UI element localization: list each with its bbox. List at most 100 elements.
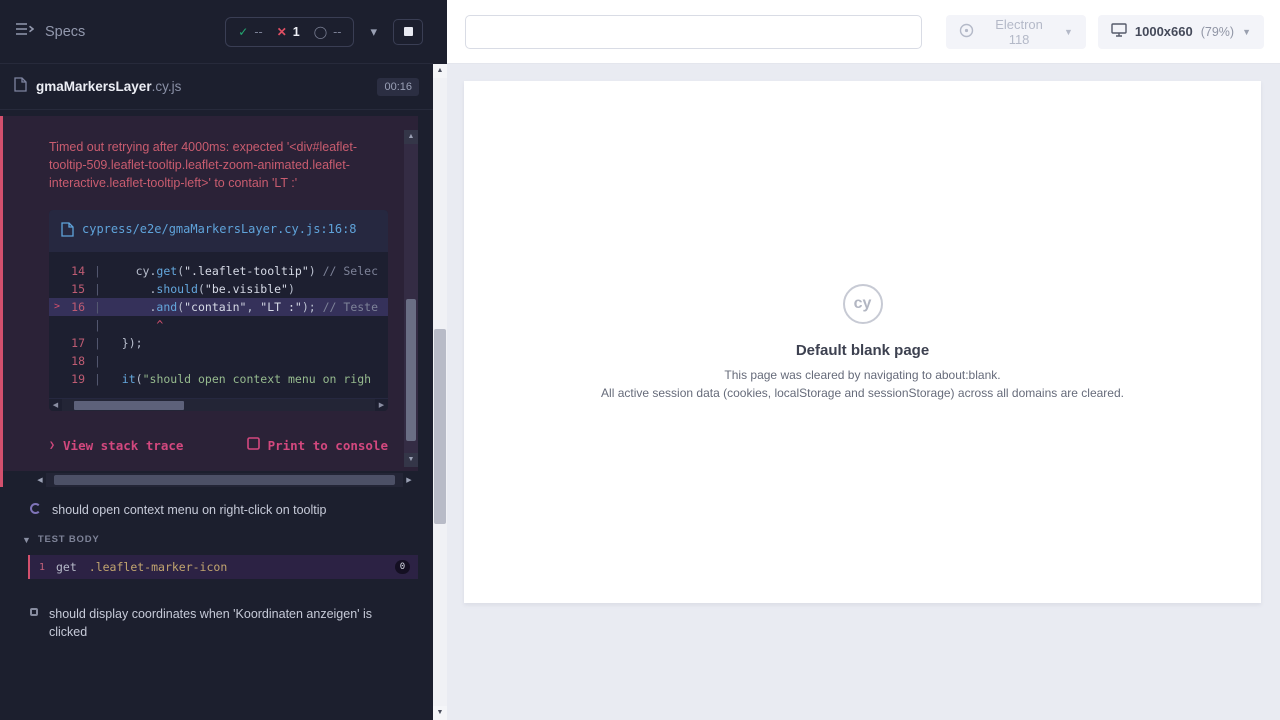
blank-page-line2: All active session data (cookies, localS… [601,386,1124,400]
print-console-icon [247,437,260,453]
spec-duration-badge: 00:16 [377,78,419,96]
code-line: 15| .should("be.visible") [49,280,388,298]
scrollbar-thumb[interactable] [434,329,446,524]
viewport-button[interactable]: 1000x660 (79%) ▼ [1098,15,1264,49]
spec-row[interactable]: gmaMarkersLayer.cy.js 00:16 [0,64,433,110]
chevron-down-icon: ▼ [1064,27,1073,37]
scroll-down-icon[interactable]: ▼ [404,453,418,467]
scrollbar-header-cap [433,0,447,64]
scrollbar-thumb[interactable] [406,299,416,441]
test-row-running[interactable]: should open context menu on right-click … [0,487,433,529]
command-number: 1 [39,562,56,573]
chevron-down-icon: ▼ [1242,27,1251,37]
reporter-body: Timed out retrying after 4000ms: expecte… [0,110,433,720]
runner-header: Electron 118 ▼ 1000x660 (79%) ▼ [447,0,1280,64]
test-row-queued[interactable]: should display coordinates when 'Koordin… [0,591,433,651]
scrollbar-track[interactable] [46,473,403,487]
code-frame-filename: cypress/e2e/gmaMarkersLayer.cy.js:16:8 [82,220,357,239]
code-line: 17| }); [49,334,388,352]
scroll-right-icon[interactable]: ▶ [403,476,415,484]
print-console-label: Print to console [268,438,388,453]
reporter-vertical-scrollbar: ▲ ▼ [433,0,447,720]
code-frame-file-link[interactable]: cypress/e2e/gmaMarkersLayer.cy.js:16:8 [49,210,388,252]
scroll-left-icon[interactable]: ◀ [34,476,46,484]
blank-page-line1: This page was cleared by navigating to a… [601,368,1124,382]
scrollbar-track[interactable] [404,144,418,453]
scroll-up-icon[interactable]: ▲ [404,130,418,144]
specs-nav[interactable]: Specs [16,22,85,41]
code-line: >16| .and("contain", "LT :"); // Teste [49,298,388,316]
queued-icon [30,608,38,616]
aut-frame: cy Default blank page This page was clea… [464,81,1261,603]
test-title: should open context menu on right-click … [52,501,326,519]
test-title: should display coordinates when 'Koordin… [49,605,393,641]
code-horizontal-scrollbar: ◀ ▶ [49,398,388,411]
cypress-logo: cy [843,284,883,324]
stat-failed: ✕ 1 [277,25,300,39]
stack-trace-label: View stack trace [63,438,183,453]
command-badge: 0 [395,560,410,574]
stop-button[interactable] [393,19,423,45]
spec-name: gmaMarkersLayer.cy.js [36,79,181,94]
scrollbar-track[interactable] [62,399,375,412]
scroll-up-icon[interactable]: ▲ [433,64,447,78]
stop-icon [404,27,413,36]
code-line: | ^ [49,316,388,334]
specs-label: Specs [45,24,85,40]
scroll-right-icon[interactable]: ▶ [375,399,388,412]
test-body-label: TEST BODY [38,534,100,545]
chevron-right-icon: ❯ [49,440,55,451]
check-icon: ✓ [238,25,248,39]
test-error-panel: Timed out retrying after 4000ms: expecte… [3,116,418,471]
error-vertical-scrollbar: ▲ ▼ [404,130,418,467]
code-frame: cypress/e2e/gmaMarkersLayer.cy.js:16:8 1… [49,210,388,411]
code-line: 19| it("should open context menu on righ [49,370,388,388]
failed-count: 1 [293,25,300,39]
reporter-header: Specs ✓ -- ✕ 1 ◯ -- [0,0,433,64]
test-body-toggle[interactable]: ▼ TEST BODY [0,529,433,553]
command-log-row[interactable]: 1 get .leaflet-marker-icon 0 [28,555,418,579]
spec-file-icon [14,77,27,97]
pending-icon: ◯ [314,25,327,39]
url-input[interactable] [465,15,922,49]
failed-test-block: Timed out retrying after 4000ms: expecte… [0,116,433,487]
spinner-icon [30,503,41,514]
blank-page-title: Default blank page [601,342,1124,359]
reporter-horizontal-scrollbar: ◀ ▶ [34,473,415,487]
blank-page-content: cy Default blank page This page was clea… [601,284,1124,400]
collapse-runs-button[interactable]: ▾ [364,22,383,42]
stat-passed: ✓ -- [238,25,262,39]
code-line: 18| [49,352,388,370]
scrollbar-thumb[interactable] [74,401,184,410]
pending-count: -- [333,25,341,39]
scroll-down-icon[interactable]: ▼ [433,706,447,720]
print-to-console-link[interactable]: Print to console [247,437,388,453]
scroll-left-icon[interactable]: ◀ [49,399,62,412]
specs-menu-icon [16,22,34,41]
command-name: get [56,560,77,574]
scrollbar-track[interactable] [433,78,447,706]
viewport-icon [1111,23,1127,40]
scrollbar-thumb[interactable] [54,475,395,485]
chevron-down-icon: ▾ [370,24,377,39]
command-message: .leaflet-marker-icon [89,560,395,574]
header-controls: ✓ -- ✕ 1 ◯ -- ▾ [225,17,423,47]
runner-panel: Electron 118 ▼ 1000x660 (79%) ▼ cy [447,0,1280,720]
run-stats: ✓ -- ✕ 1 ◯ -- [225,17,354,47]
reporter-panel: Specs ✓ -- ✕ 1 ◯ -- [0,0,433,720]
viewport-size: 1000x660 [1135,24,1193,39]
error-actions: ❯ View stack trace Print to console [49,437,388,453]
caret-down-icon: ▼ [22,535,31,545]
code-lines: 14| cy.get(".leaflet-tooltip") // Selec … [49,252,388,392]
error-message: Timed out retrying after 4000ms: expecte… [49,138,379,192]
cross-icon: ✕ [277,25,287,39]
stat-pending: ◯ -- [314,25,342,39]
aut-stage: cy Default blank page This page was clea… [447,64,1280,720]
app-window: Specs ✓ -- ✕ 1 ◯ -- [0,0,1280,720]
spec-ext: .cy.js [152,79,182,94]
view-stack-trace-link[interactable]: ❯ View stack trace [49,437,183,453]
code-line: 14| cy.get(".leaflet-tooltip") // Selec [49,262,388,280]
browser-select-button[interactable]: Electron 118 ▼ [946,15,1086,49]
electron-icon [959,23,974,41]
viewport-scale: (79%) [1201,25,1234,39]
